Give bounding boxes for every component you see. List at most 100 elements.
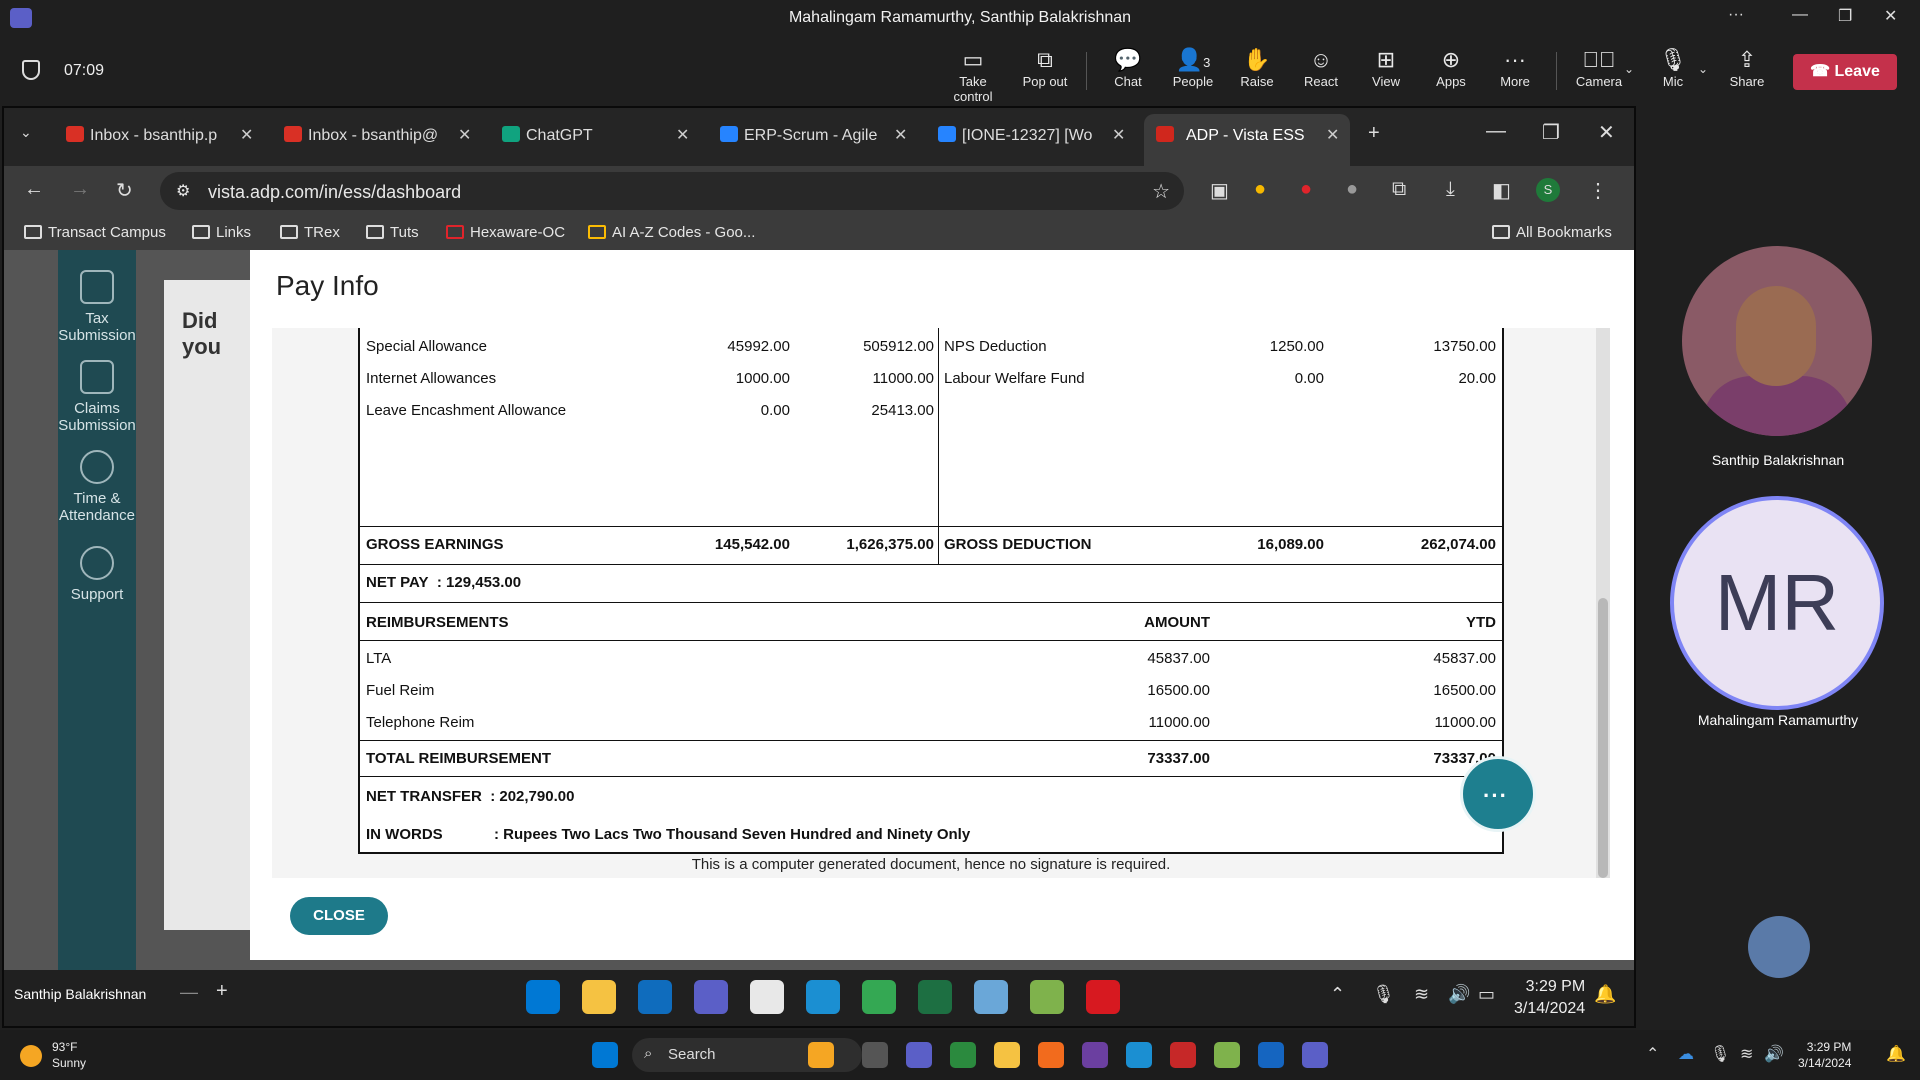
show-hidden-icons-icon[interactable]: ⌃ [1330, 984, 1345, 1005]
chat-support-button[interactable]: ··· [1460, 756, 1536, 832]
close-tab-icon[interactable]: ✕ [240, 125, 253, 145]
tab-adp-vista-ess[interactable]: ADP - Vista ESS ✕ [1144, 114, 1350, 166]
teams-chat-icon[interactable] [906, 1042, 932, 1068]
paint-icon[interactable] [974, 980, 1008, 1014]
search-highlight-icon[interactable] [808, 1042, 834, 1068]
teams-icon[interactable] [1302, 1042, 1328, 1068]
url-bar[interactable]: ⚙ vista.adp.com/in/ess/dashboard ☆ [160, 172, 1184, 210]
slack-icon[interactable] [750, 980, 784, 1014]
volume-icon[interactable]: 🔊 [1448, 984, 1470, 1005]
file-explorer-icon[interactable] [582, 980, 616, 1014]
bookmark-star-icon[interactable]: ☆ [1152, 179, 1170, 204]
people-button[interactable]: 👤3 People [1158, 46, 1228, 89]
mic-tray-icon[interactable]: 🎙 [1710, 1044, 1730, 1064]
task-view-icon[interactable] [862, 1042, 888, 1068]
new-tab-icon[interactable]: + [1368, 122, 1380, 145]
download-icon[interactable]: ⤓ [1446, 178, 1455, 201]
tab-jira-issue[interactable]: [IONE-12327] [Wo ✕ [938, 114, 1128, 154]
take-control-button[interactable]: ▭ Take control [938, 46, 1008, 104]
apps-button[interactable]: ⊕ Apps [1416, 46, 1486, 89]
view-button[interactable]: ⊞ View [1351, 46, 1421, 89]
bookmark-trex[interactable]: TRex [280, 224, 340, 241]
wifi-icon[interactable]: ≋ [1414, 984, 1429, 1005]
extension-icon[interactable]: ● [1300, 178, 1312, 201]
browser-minimize-icon[interactable]: — [1486, 120, 1506, 143]
browser-restore-icon[interactable]: ❐ [1542, 120, 1560, 145]
close-tab-icon[interactable]: ✕ [676, 125, 689, 145]
edge-icon[interactable] [806, 980, 840, 1014]
restore-button[interactable]: ❐ [1838, 6, 1852, 26]
battery-icon[interactable]: ▭ [1478, 984, 1495, 1005]
edge-icon[interactable] [1126, 1042, 1152, 1068]
close-tab-icon[interactable]: ✕ [894, 125, 907, 145]
scrollbar-thumb[interactable] [1598, 598, 1608, 878]
self-video-thumbnail[interactable] [1748, 916, 1810, 978]
raise-hand-button[interactable]: ✋ Raise [1222, 46, 1292, 89]
more-button[interactable]: ··· More [1480, 46, 1550, 89]
screenshot-extension-icon[interactable]: ▣ [1210, 178, 1229, 203]
participant-avatar-mahalingam[interactable]: MR [1670, 496, 1884, 710]
browser-close-icon[interactable]: ✕ [1598, 120, 1615, 145]
tab-jira-scrum[interactable]: ERP-Scrum - Agile ✕ [720, 114, 910, 154]
weather-widget[interactable]: 93°F Sunny [20, 1039, 86, 1071]
extension-icon[interactable]: ● [1346, 178, 1358, 201]
bookmark-hexaware-oc[interactable]: Hexaware-OC [446, 224, 565, 241]
wifi-icon[interactable]: ≋ [1740, 1044, 1753, 1064]
remote-clock[interactable]: 3:29 PM 3/14/2024 [1514, 976, 1585, 1020]
file-explorer-icon[interactable] [994, 1042, 1020, 1068]
visual-studio-icon[interactable] [1082, 1042, 1108, 1068]
outlook-icon[interactable] [638, 980, 672, 1014]
onedrive-icon[interactable]: ☁ [1678, 1044, 1694, 1064]
minimize-button[interactable]: — [1792, 6, 1808, 24]
side-panel-icon[interactable]: ◧ [1492, 178, 1511, 203]
close-tab-icon[interactable]: ✕ [1112, 125, 1125, 145]
notepad-icon[interactable] [1030, 980, 1064, 1014]
more-options-icon[interactable]: ··· [1728, 6, 1744, 24]
mic-options-chevron-icon[interactable]: ⌄ [1698, 62, 1708, 76]
notepad-plus-icon[interactable] [1214, 1042, 1240, 1068]
close-window-button[interactable]: ✕ [1884, 6, 1897, 26]
scrollbar[interactable] [1596, 328, 1610, 878]
sidebar-item-time-attendance[interactable]: Time & Attendance [58, 450, 136, 524]
close-tab-icon[interactable]: ✕ [1326, 125, 1339, 145]
notification-bell-icon[interactable]: 🔔 [1886, 1044, 1906, 1064]
zoom-out-icon[interactable]: — [180, 982, 198, 1003]
tab-chatgpt[interactable]: ChatGPT ✕ [502, 114, 692, 154]
camera-options-chevron-icon[interactable]: ⌄ [1624, 62, 1634, 76]
tab-search-chevron-icon[interactable]: ⌄ [20, 124, 32, 141]
windows-start-icon[interactable] [592, 1042, 618, 1068]
bookmark-tuts[interactable]: Tuts [366, 224, 419, 241]
leave-button[interactable]: ☎ Leave [1793, 54, 1897, 90]
site-info-icon[interactable]: ⚙ [176, 181, 190, 201]
show-hidden-icons-icon[interactable]: ⌃ [1646, 1044, 1659, 1064]
excel-icon[interactable] [918, 980, 952, 1014]
volume-icon[interactable]: 🔊 [1764, 1044, 1784, 1064]
acrobat-icon[interactable] [1086, 980, 1120, 1014]
extensions-puzzle-icon[interactable]: ⧉ [1392, 178, 1406, 201]
notepad-icon[interactable] [1258, 1042, 1284, 1068]
react-button[interactable]: ☺ React [1286, 46, 1356, 89]
payslip-scroll-area[interactable]: Special Allowance 45992.00 505912.00 Int… [272, 328, 1610, 878]
teams-icon[interactable] [694, 980, 728, 1014]
bookmark-links[interactable]: Links [192, 224, 251, 241]
reload-icon[interactable]: ↻ [116, 178, 133, 203]
bookmark-ai-az-codes[interactable]: AI A-Z Codes - Goo... [588, 224, 755, 241]
pop-out-button[interactable]: ⧉ Pop out [1010, 46, 1080, 89]
windows-start-icon[interactable] [526, 980, 560, 1014]
menu-kebab-icon[interactable]: ⋮ [1588, 178, 1608, 203]
tab-gmail-2[interactable]: Inbox - bsanthip@ ✕ [284, 114, 474, 154]
forward-arrow-icon[interactable]: → [70, 178, 90, 201]
chrome-icon[interactable] [862, 980, 896, 1014]
extension-icon[interactable]: ● [1254, 178, 1266, 201]
app-icon[interactable] [1170, 1042, 1196, 1068]
notification-icon[interactable]: 🔔 [1594, 984, 1616, 1005]
bookmark-transact-campus[interactable]: Transact Campus [24, 224, 166, 241]
participant-video-santhip[interactable] [1682, 246, 1872, 436]
sidebar-item-tax-submission[interactable]: Tax Submission [58, 270, 136, 344]
zoom-in-icon[interactable]: + [216, 980, 228, 1003]
chat-button[interactable]: 💬 Chat [1093, 46, 1163, 89]
sidebar-item-claims-submission[interactable]: Claims Submission [58, 360, 136, 434]
tab-gmail-1[interactable]: Inbox - bsanthip.p ✕ [66, 114, 256, 154]
app-icon[interactable] [950, 1042, 976, 1068]
sidebar-item-support[interactable]: Support [58, 546, 136, 603]
